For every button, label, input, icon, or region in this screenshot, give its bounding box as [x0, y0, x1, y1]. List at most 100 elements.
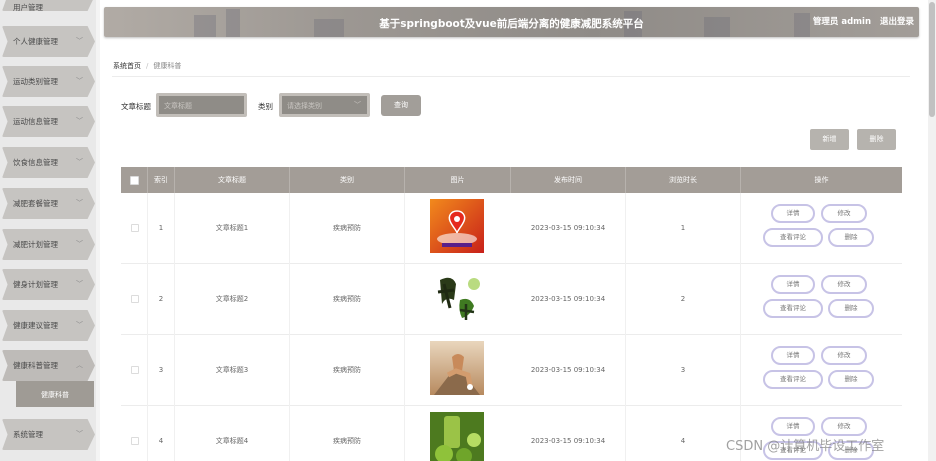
sidebar-item-label: 减肥计划管理 — [13, 240, 58, 249]
row-duration: 2 — [626, 264, 741, 335]
current-user: 管理员 admin — [812, 17, 871, 27]
category-select[interactable]: 请选择类别 ﹀ — [279, 93, 370, 117]
scrollbar-thumb[interactable] — [929, 2, 935, 117]
title-search-placeholder: 文章标题 — [164, 102, 192, 110]
view-comments-button[interactable]: 查看评论 — [763, 370, 823, 389]
add-button[interactable]: 新增 — [810, 129, 849, 150]
delete-button[interactable]: 删除 — [828, 370, 874, 389]
jiankang-calligraphy-image — [430, 270, 484, 324]
runner-image — [430, 341, 484, 395]
sidebar-item-diet-plan[interactable]: 减肥计划管理 ﹀ — [2, 229, 95, 260]
select-all-cell — [121, 167, 148, 193]
row-select-cell — [121, 335, 148, 406]
sidebar-item-label: 个人健康管理 — [13, 37, 58, 46]
column-header: 类别 — [290, 167, 405, 193]
chevron-down-icon: ﹀ — [76, 240, 83, 248]
detail-button[interactable]: 详情 — [771, 417, 815, 436]
sidebar-item-label: 减肥套餐管理 — [13, 199, 58, 208]
row-time: 2023-03-15 09:10:34 — [511, 335, 626, 406]
row-title: 文章标题1 — [175, 193, 290, 264]
top-header: 基于springboot及vue前后端分离的健康减肥系统平台 管理员 admin… — [104, 7, 919, 37]
row-title: 文章标题2 — [175, 264, 290, 335]
table-row: 1 文章标题1 疾病预防 2023-03-15 09:10:34 1 详情 修改… — [121, 193, 902, 264]
category-label: 类别 — [258, 102, 273, 111]
sidebar-item-sport-info[interactable]: 运动信息管理 ﹀ — [2, 106, 95, 137]
row-category: 疾病预防 — [290, 264, 405, 335]
health-heart-image — [430, 199, 484, 253]
column-header: 文章标题 — [175, 167, 290, 193]
chevron-down-icon: ﹀ — [76, 37, 83, 45]
row-time: 2023-03-15 09:10:34 — [511, 406, 626, 461]
chevron-down-icon: ﹀ — [76, 158, 83, 166]
green-fruit-image — [430, 412, 484, 461]
breadcrumb-separator: / — [146, 62, 149, 70]
chevron-down-icon: ﹀ — [76, 280, 83, 288]
table-row: 3 文章标题3 疾病预防 2023-03-15 09:10:34 3 详情 修改… — [121, 335, 902, 406]
sidebar-item-health-science[interactable]: 健康科普管理 ︿ — [2, 350, 95, 381]
view-comments-button[interactable]: 查看评论 — [763, 299, 823, 318]
row-checkbox[interactable] — [131, 437, 139, 445]
detail-button[interactable]: 详情 — [771, 204, 815, 223]
jiankang-calligraphy-image — [430, 270, 484, 324]
detail-button[interactable]: 详情 — [771, 275, 815, 294]
title-search-label: 文章标题 — [121, 102, 151, 111]
column-header: 图片 — [405, 167, 511, 193]
chevron-down-icon: ﹀ — [76, 321, 83, 329]
row-checkbox[interactable] — [131, 224, 139, 232]
row-select-cell — [121, 193, 148, 264]
category-select-placeholder: 请选择类别 — [287, 102, 322, 110]
sidebar-item-personal-health[interactable]: 个人健康管理 ﹀ — [2, 26, 95, 57]
sidebar-item-label: 运动类别管理 — [13, 77, 58, 86]
search-button[interactable]: 查询 — [381, 95, 421, 116]
edit-button[interactable]: 修改 — [821, 417, 867, 436]
select-all-checkbox[interactable] — [130, 176, 139, 185]
sidebar-item-label: 系统管理 — [13, 430, 43, 439]
row-index: 4 — [148, 406, 175, 461]
logout-link[interactable]: 退出登录 — [880, 15, 914, 27]
row-title: 文章标题4 — [175, 406, 290, 461]
divider — [112, 76, 910, 77]
sidebar-item-health-advice[interactable]: 健康建议管理 ﹀ — [2, 310, 95, 341]
edit-button[interactable]: 修改 — [821, 204, 867, 223]
sidebar-scrollbar[interactable] — [96, 0, 100, 461]
sidebar-item-label: 用户管理 — [13, 3, 43, 12]
batch-delete-button[interactable]: 删除 — [857, 129, 896, 150]
breadcrumb: 系统首页 / 健康科普 — [113, 61, 181, 71]
column-header: 操作 — [814, 176, 829, 184]
row-checkbox[interactable] — [131, 295, 139, 303]
sidebar-item-label: 饮食信息管理 — [13, 158, 58, 167]
chevron-down-icon: ﹀ — [76, 430, 83, 438]
page-scrollbar[interactable] — [928, 0, 936, 461]
row-index: 3 — [148, 335, 175, 406]
row-checkbox[interactable] — [131, 366, 139, 374]
row-time: 2023-03-15 09:10:34 — [511, 193, 626, 264]
row-duration: 1 — [626, 193, 741, 264]
sidebar-item-label: 运动信息管理 — [13, 117, 58, 126]
detail-button[interactable]: 详情 — [771, 346, 815, 365]
chevron-down-icon: ﹀ — [76, 77, 83, 85]
breadcrumb-home[interactable]: 系统首页 — [113, 62, 141, 70]
breadcrumb-current: 健康科普 — [153, 62, 182, 70]
row-select-cell — [121, 406, 148, 461]
sidebar-subitem-health-science[interactable]: 健康科普 — [16, 381, 94, 407]
delete-button[interactable]: 删除 — [828, 299, 874, 318]
row-time: 2023-03-15 09:10:34 — [511, 264, 626, 335]
edit-button[interactable]: 修改 — [821, 275, 867, 294]
sidebar-item-diet-package[interactable]: 减肥套餐管理 ﹀ — [2, 188, 95, 219]
edit-button[interactable]: 修改 — [821, 346, 867, 365]
title-search-input[interactable]: 文章标题 — [156, 93, 247, 117]
page: 用户管理 个人健康管理 ﹀ 运动类别管理 ﹀ 运动信息管理 ﹀ 饮食信息管理 ﹀… — [0, 0, 936, 461]
table-row: 2 文章标题2 疾病预防 2023-03-15 09:10:34 2 详情 修改… — [121, 264, 902, 335]
sidebar-item-system[interactable]: 系统管理 ﹀ — [2, 419, 95, 450]
sidebar-item-diet-info[interactable]: 饮食信息管理 ﹀ — [2, 147, 95, 178]
sidebar-item-label: 健康科普管理 — [13, 361, 58, 370]
sidebar-item-sport-category[interactable]: 运动类别管理 ﹀ — [2, 66, 95, 97]
sidebar-item-user-management[interactable]: 用户管理 — [2, 0, 95, 11]
chevron-down-icon: ﹀ — [76, 199, 83, 207]
view-comments-button[interactable]: 查看评论 — [763, 228, 823, 247]
delete-button[interactable]: 删除 — [828, 228, 874, 247]
app-title: 基于springboot及vue前后端分离的健康减肥系统平台 — [379, 18, 644, 30]
health-heart-image — [430, 199, 484, 253]
sidebar-item-fitness-plan[interactable]: 健身计划管理 ﹀ — [2, 269, 95, 300]
column-header: 浏览时长 — [626, 167, 741, 193]
